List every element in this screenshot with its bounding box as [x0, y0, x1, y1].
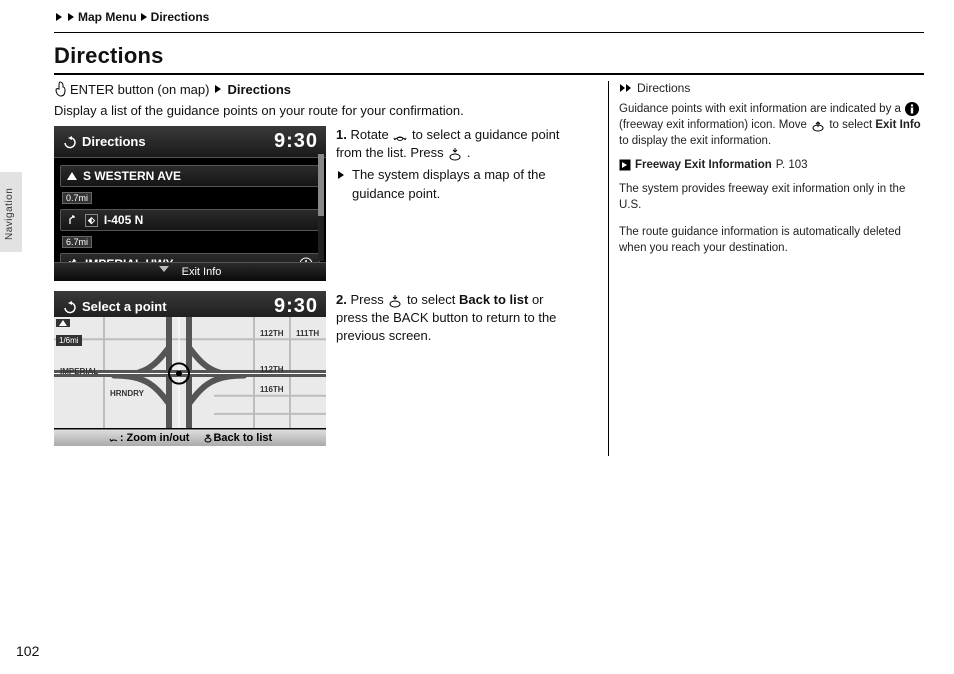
press-dial-icon: [387, 294, 403, 308]
zoom-label: : Zoom in/out: [108, 432, 190, 444]
enter-label: ENTER button (on map): [70, 82, 209, 97]
breadcrumb: Map Menu Directions: [54, 10, 924, 24]
info-icon: [904, 101, 920, 117]
page-number: 102: [16, 643, 39, 659]
scrollbar[interactable]: [318, 154, 324, 261]
link-icon: [619, 159, 631, 171]
chevron-right-icon: [141, 13, 147, 21]
chevron-right-icon: [215, 85, 221, 93]
sidebar-p3: The route guidance information is automa…: [619, 224, 924, 256]
back-to-list-label: Back to list: [203, 432, 272, 444]
chevron-right-icon: [56, 13, 62, 21]
pre-steps: ENTER button (on map) Directions: [54, 81, 590, 97]
caret-down-icon: [159, 266, 169, 272]
screenshot-select-point: Select a point 9:30: [54, 291, 326, 446]
page-title: Directions: [54, 43, 924, 75]
side-tab-label: Navigation: [4, 188, 15, 240]
side-tab: Navigation: [0, 172, 22, 252]
bullet-icon: [338, 171, 344, 179]
sidebar-heading: Directions: [619, 81, 924, 95]
cross-reference-link[interactable]: Freeway Exit Information P. 103: [619, 159, 924, 171]
step-1: 1. Rotate to select a guidance point fro…: [336, 126, 576, 162]
breadcrumb-a: Map Menu: [78, 10, 137, 24]
screen-title: Select a point: [82, 299, 167, 314]
chevron-right-icon: [68, 13, 74, 21]
rotate-dial-icon: [392, 129, 408, 143]
map-preview[interactable]: 1/6mi IMPERIAL HRNDRY 112TH 111TH 112TH …: [54, 317, 326, 428]
screen-footer[interactable]: Exit Info: [54, 262, 326, 281]
screen-title: Directions: [82, 134, 146, 149]
step-1-sub: The system displays a map of the guidanc…: [352, 166, 576, 202]
return-icon: [62, 300, 76, 314]
sidebar-p1: Guidance points with exit information ar…: [619, 101, 924, 149]
screen-footer[interactable]: : Zoom in/out Back to list: [54, 429, 326, 446]
direction-marker: [56, 319, 70, 327]
merge-icon: [67, 214, 79, 226]
move-dial-icon: [810, 118, 826, 132]
list-item[interactable]: ⬖ I-405 N: [60, 209, 320, 231]
breadcrumb-b: Directions: [151, 10, 210, 24]
screenshot-directions-list: Directions 9:30 S WESTERN AVE 0.7mi ⬖ I-…: [54, 126, 326, 281]
distance-badge: 0.7mi: [62, 192, 92, 204]
return-icon: [62, 135, 76, 149]
distance-badge: 6.7mi: [62, 236, 92, 248]
enter-icon: [54, 81, 66, 97]
list-item[interactable]: S WESTERN AVE: [60, 165, 320, 187]
divider: [54, 32, 924, 33]
intro-text: Display a list of the guidance points on…: [54, 103, 590, 118]
screen-time: 9:30: [274, 130, 318, 153]
press-dial-icon: [447, 147, 463, 161]
step-2: 2. Press to select Back to list or press…: [336, 291, 576, 346]
fast-forward-icon: [619, 83, 633, 93]
directions-label: Directions: [227, 82, 291, 97]
screen-time: 9:30: [274, 295, 318, 318]
sidebar-p2: The system provides freeway exit informa…: [619, 181, 924, 213]
scale-tag: 1/6mi: [56, 335, 82, 346]
shield-icon: ⬖: [85, 214, 98, 227]
